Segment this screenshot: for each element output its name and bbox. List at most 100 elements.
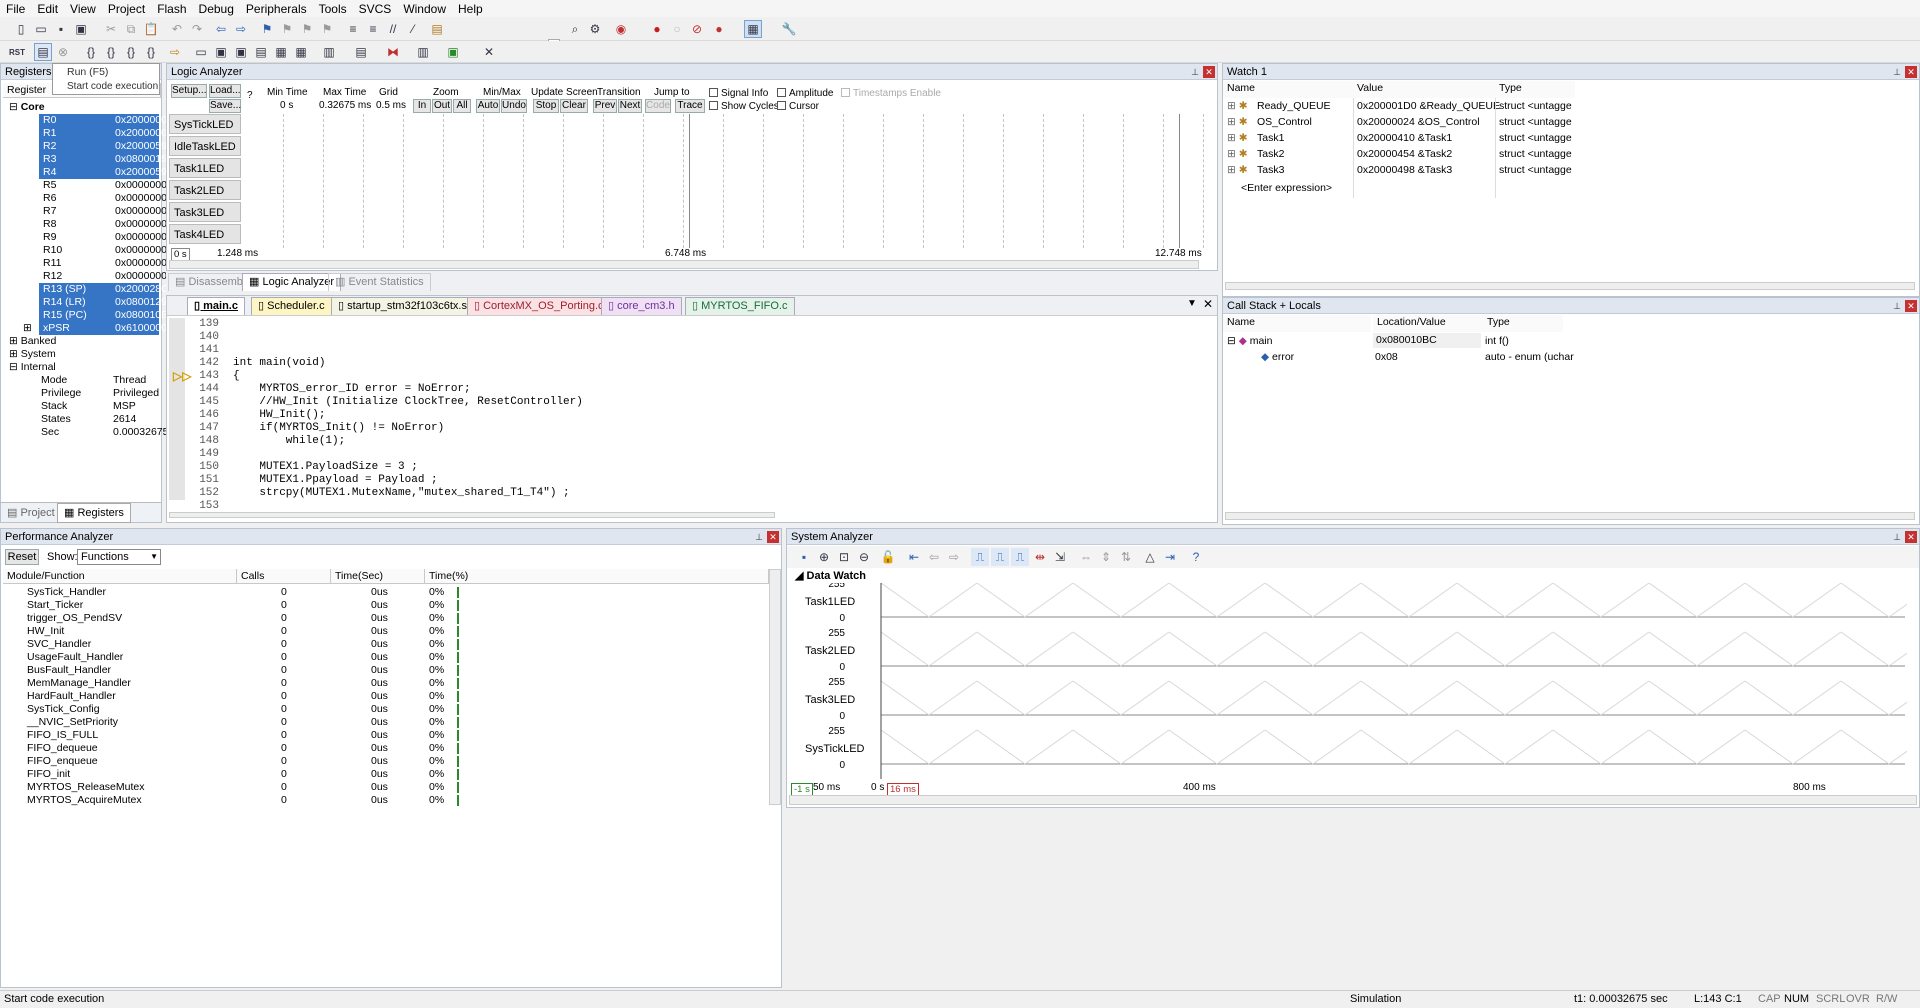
expand-icon[interactable]: ⊞ [23,322,32,335]
menu-tools[interactable]: Tools [313,2,353,16]
code-line[interactable]: 141 [185,344,233,357]
nav-back-icon[interactable]: ⇦ [212,20,230,38]
sysan-signal-label[interactable]: SysTickLED [805,743,865,755]
new-file-icon[interactable]: ▯ [12,20,30,38]
register-row[interactable]: R11 0x0000000 [39,257,167,270]
perf-row[interactable]: MYRTOS_AcquireMutex 0 0us 0% [1,794,769,807]
menu-debug[interactable]: Debug [193,2,240,16]
triangle-icon[interactable]: △ [1141,548,1159,566]
register-row[interactable]: R4 0x2000059 [39,166,167,179]
menu-peripherals[interactable]: Peripherals [240,2,313,16]
watch-row[interactable]: ⊞ ✱ Task3 0x20000498 &Task3 struct <untagg… [1227,164,1917,177]
perf-row[interactable]: FIFO_IS_FULL 0 0us 0% [1,729,769,742]
code-line[interactable]: 152 strcpy(MUTEX1.MutexName,"mutex_share… [185,487,569,500]
incremental-find-icon[interactable]: ⚙ [586,20,604,38]
editor-close-icon[interactable]: ✕ [1203,297,1213,311]
zoom-out-button[interactable]: Out [432,99,452,113]
help-button[interactable]: ? [247,90,253,101]
data-watch-header[interactable]: ◢ Data Watch [795,569,866,582]
signal-name[interactable]: IdleTaskLED [169,136,241,156]
watch-col-value[interactable]: Value [1353,81,1495,98]
code-line[interactable]: 145 //HW_Init (Initialize ClockTree, Res… [185,396,583,409]
logic-h-scrollbar[interactable] [169,260,1199,269]
timestamps-enable-checkbox[interactable]: Timestamps Enable [841,88,941,99]
help-icon[interactable]: ? [1187,548,1205,566]
watch-window-icon[interactable]: ▦ [292,43,310,61]
unindent-icon[interactable]: ≡ [364,20,382,38]
jump-start-icon[interactable]: ⇤ [905,548,923,566]
show-next-statement-icon[interactable]: ⇨ [166,43,184,61]
perf-col-percent[interactable]: Time(%) [425,569,769,584]
kill-breakpoints-icon[interactable]: ● [710,20,728,38]
step-out-icon[interactable]: {} [122,43,140,61]
code-line[interactable]: 147 if(MYRTOS_Init() != NoError) [185,422,444,435]
watch-col-type[interactable]: Type [1495,81,1575,98]
register-row[interactable]: R9 0x0000000 [39,231,167,244]
code-line[interactable]: 139 [185,318,233,331]
cut-icon[interactable]: ✂ [102,20,120,38]
disable-breakpoint-icon[interactable]: ○ [668,20,686,38]
editor-h-scrollbar[interactable] [169,512,775,518]
tab-project[interactable]: ▤ Project [7,506,55,519]
menu-help[interactable]: Help [452,2,489,16]
file-tab-main[interactable]: ▯ main.c [187,297,245,315]
show-cycles-checkbox[interactable]: Show Cycles [709,101,779,112]
amplitude-checkbox[interactable]: Amplitude [777,88,833,99]
perf-close-icon[interactable]: ✕ [767,531,779,543]
register-row[interactable]: R13 (SP) 0x200028C [39,283,169,296]
callstack-col-type[interactable]: Type [1483,315,1563,332]
perf-row[interactable]: FIFO_init 0 0us 0% [1,768,769,781]
command-window-icon[interactable]: ▭ [192,43,210,61]
marker-icon[interactable]: ⇲ [1051,548,1069,566]
internal-row[interactable]: Privilege Privileged [41,387,161,400]
perf-v-scrollbar[interactable] [769,569,781,805]
watch-row[interactable]: ⊞ ✱ OS_Control 0x20000024 &OS_Control stru… [1227,116,1917,129]
register-row[interactable]: R12 0x0000000 [39,270,167,283]
internal-row[interactable]: Sec 0.00032675 [41,426,168,439]
signal-info-checkbox[interactable]: Signal Info [709,88,768,99]
falling-edge-icon[interactable]: ⎍ [991,548,1009,566]
register-group[interactable]: ⊞ Banked [9,335,56,348]
nav-forward-icon[interactable]: ⇨ [232,20,250,38]
paste-icon[interactable]: 📋 [142,20,160,38]
perf-row[interactable]: HardFault_Handler 0 0us 0% [1,690,769,703]
tab-list-icon[interactable]: ▼ [1187,298,1197,309]
menu-file[interactable]: File [0,2,31,16]
perf-row[interactable]: Start_Ticker 0 0us 0% [1,599,769,612]
clear-button[interactable]: Clear [560,99,588,113]
perf-row[interactable]: MYRTOS_ReleaseMutex 0 0us 0% [1,781,769,794]
register-row[interactable]: xPSR 0x6100000 [39,322,167,335]
zoom-out-icon[interactable]: ⊖ [855,548,873,566]
uncomment-icon[interactable]: ⁄ [404,20,422,38]
file-tab-core-cm3[interactable]: ▯ core_cm3.h [601,297,682,315]
call-stack-icon[interactable]: ▦ [272,43,290,61]
toolbox-icon[interactable]: ✕ [480,43,498,61]
tab-event-statistics[interactable]: ▥ Event Statistics [328,273,431,291]
register-row[interactable]: R1 0x2000000 [39,127,167,140]
file-tab-porting[interactable]: ▯ CortexMX_OS_Porting.c [467,297,611,315]
file-tab-startup[interactable]: ▯ startup_stm32f103c6tx.s [331,297,474,315]
perf-row[interactable]: SysTick_Handler 0 0us 0% [1,586,769,599]
window-layout-icon[interactable]: ▦ [744,20,762,38]
indent-icon[interactable]: ≡ [344,20,362,38]
callstack-col-location[interactable]: Location/Value [1373,315,1483,332]
register-row[interactable]: R2 0x2000059 [39,140,167,153]
perf-reset-button[interactable]: Reset [5,549,39,565]
callstack-close-icon[interactable]: ✕ [1905,300,1917,312]
tab-registers[interactable]: ▦ Registers [57,503,131,523]
run-to-cursor-icon[interactable]: {} [142,43,160,61]
perf-row[interactable]: SysTick_Config 0 0us 0% [1,703,769,716]
save-button[interactable]: Save... [209,99,241,113]
redo-icon[interactable]: ↷ [188,20,206,38]
save-all-icon[interactable]: ▣ [72,20,90,38]
auto-button[interactable]: Auto [476,99,500,113]
code-line[interactable]: 142 int main(void) [185,357,325,370]
find-in-files-icon[interactable]: ▤ [428,20,446,38]
perf-row[interactable]: SVC_Handler 0 0us 0% [1,638,769,651]
code-line[interactable]: 149 [185,448,233,461]
next-icon[interactable]: ⇨ [945,548,963,566]
find-icon[interactable]: ⌕ [566,20,584,38]
save-icon[interactable]: ▪ [52,20,70,38]
setup-button[interactable]: Setup... [171,84,207,98]
comment-icon[interactable]: // [384,20,402,38]
